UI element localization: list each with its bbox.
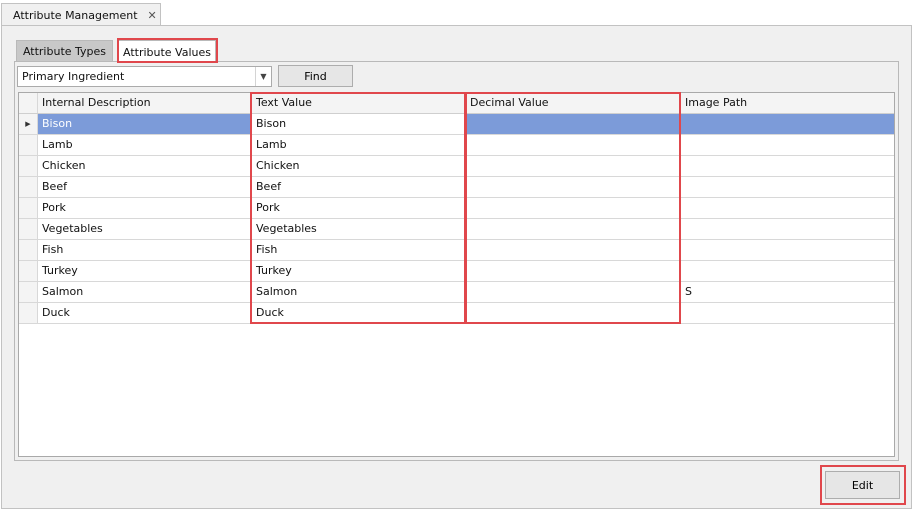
grid-header-indicator [19,93,38,113]
cell-internal-description[interactable]: Vegetables [38,219,252,239]
cell-image-path[interactable] [681,156,894,176]
table-row[interactable]: ▶ Bison Bison [19,114,894,135]
table-row[interactable]: Lamb Lamb [19,135,894,156]
table-row[interactable]: Beef Beef [19,177,894,198]
cell-text-value[interactable]: Beef [252,177,466,197]
cell-internal-description[interactable]: Bison [38,114,252,134]
cell-text-value[interactable]: Turkey [252,261,466,281]
table-row[interactable]: Vegetables Vegetables [19,219,894,240]
cell-image-path[interactable] [681,219,894,239]
cell-internal-description[interactable]: Pork [38,198,252,218]
cell-decimal-value[interactable] [466,219,681,239]
cell-internal-description[interactable]: Fish [38,240,252,260]
attribute-type-select[interactable]: Primary Ingredient ▼ [17,66,272,87]
cell-image-path[interactable] [681,177,894,197]
table-row[interactable]: Duck Duck [19,303,894,324]
cell-internal-description[interactable]: Beef [38,177,252,197]
column-header-image-path[interactable]: Image Path [681,93,894,113]
tab-attribute-values[interactable]: Attribute Values [118,40,216,63]
cell-text-value[interactable]: Vegetables [252,219,466,239]
cell-internal-description[interactable]: Lamb [38,135,252,155]
cell-image-path[interactable] [681,303,894,323]
table-row[interactable]: Pork Pork [19,198,894,219]
table-row[interactable]: Turkey Turkey [19,261,894,282]
cell-internal-description[interactable]: Salmon [38,282,252,302]
cell-decimal-value[interactable] [466,282,681,302]
table-row[interactable]: Fish Fish [19,240,894,261]
cell-text-value[interactable]: Duck [252,303,466,323]
column-header-text-value[interactable]: Text Value [252,93,466,113]
cell-image-path[interactable] [681,114,894,134]
attribute-type-select-value: Primary Ingredient [22,70,125,83]
cell-internal-description[interactable]: Duck [38,303,252,323]
close-icon[interactable]: ✕ [148,9,157,22]
column-header-decimal-value[interactable]: Decimal Value [466,93,681,113]
cell-text-value[interactable]: Lamb [252,135,466,155]
cell-internal-description[interactable]: Turkey [38,261,252,281]
row-indicator-icon: ▶ [19,114,38,134]
grid-header-row: Internal Description Text Value Decimal … [19,93,894,114]
cell-image-path[interactable] [681,198,894,218]
cell-internal-description[interactable]: Chicken [38,156,252,176]
cell-text-value[interactable]: Chicken [252,156,466,176]
cell-decimal-value[interactable] [466,135,681,155]
cell-text-value[interactable]: Salmon [252,282,466,302]
row-indicator [19,282,38,302]
chevron-down-icon[interactable]: ▼ [255,67,271,86]
tab-attribute-values-label: Attribute Values [122,45,211,59]
table-row[interactable]: Chicken Chicken [19,156,894,177]
attribute-values-grid[interactable]: Internal Description Text Value Decimal … [18,92,895,457]
row-indicator [19,177,38,197]
edit-button[interactable]: Edit [825,471,900,499]
document-tab-title: Attribute Management [13,8,138,22]
row-indicator [19,198,38,218]
cell-decimal-value[interactable] [466,240,681,260]
row-indicator [19,219,38,239]
row-indicator [19,240,38,260]
tab-attribute-types[interactable]: Attribute Types [16,40,113,62]
document-tab-attribute-management[interactable]: Attribute Management ✕ [1,3,161,26]
cell-decimal-value[interactable] [466,114,681,134]
find-button[interactable]: Find [278,65,353,87]
cell-decimal-value[interactable] [466,177,681,197]
row-indicator [19,303,38,323]
cell-decimal-value[interactable] [466,198,681,218]
cell-image-path[interactable] [681,240,894,260]
tab-attribute-types-label: Attribute Types [22,45,107,58]
cell-decimal-value[interactable] [466,156,681,176]
cell-text-value[interactable]: Fish [252,240,466,260]
row-indicator [19,135,38,155]
cell-decimal-value[interactable] [466,261,681,281]
cell-image-path[interactable]: S [681,282,894,302]
cell-decimal-value[interactable] [466,303,681,323]
row-indicator [19,156,38,176]
cell-image-path[interactable] [681,135,894,155]
cell-image-path[interactable] [681,261,894,281]
row-indicator [19,261,38,281]
cell-text-value[interactable]: Bison [252,114,466,134]
cell-text-value[interactable]: Pork [252,198,466,218]
table-row[interactable]: Salmon Salmon S [19,282,894,303]
column-header-internal-description[interactable]: Internal Description [38,93,252,113]
